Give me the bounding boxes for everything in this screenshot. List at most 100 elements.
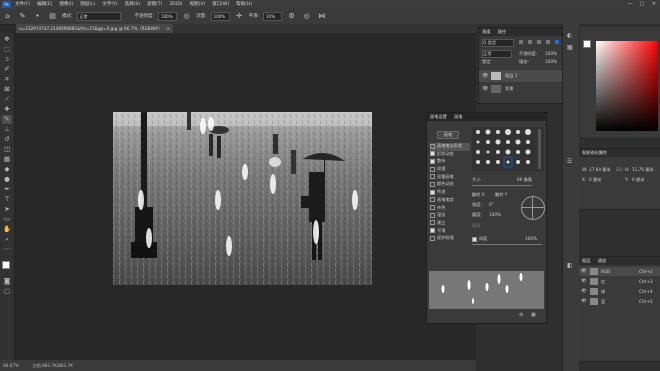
home-icon[interactable]: ⌂ (3, 12, 12, 21)
create-brush-icon[interactable]: ⊕ (519, 312, 523, 318)
channel-row[interactable]: 👁 蓝 Ctrl+5 (579, 297, 660, 306)
brush-option-checkbox[interactable] (430, 181, 435, 187)
spacing-field[interactable]: 100% (525, 236, 537, 241)
more-tools-icon[interactable]: ⋯ (2, 245, 12, 254)
dodge-tool-icon[interactable]: ● (2, 175, 12, 184)
channel-row[interactable]: 👁 RGB Ctrl+2 (579, 267, 660, 276)
properties-panel-icon[interactable]: ☰ (567, 158, 572, 165)
visibility-eye-icon[interactable]: 👁 (581, 279, 587, 284)
brush-option-item[interactable]: 画笔笔尖形状 (430, 143, 470, 151)
airbrush-icon[interactable]: ✢ (235, 12, 244, 21)
brush-option-item[interactable]: 散布 (430, 158, 470, 166)
close-window-button[interactable]: ✕ (648, 1, 660, 7)
swatches-panel-icon[interactable]: ▦ (567, 44, 573, 51)
maximize-button[interactable]: □ (636, 1, 648, 7)
tab-channels[interactable]: 通道 (482, 29, 490, 34)
history-brush-tool-icon[interactable]: ↺ (2, 135, 12, 144)
spacing-checkbox[interactable]: 间距 (472, 236, 487, 242)
menu-edit[interactable]: 编辑(E) (37, 1, 52, 7)
screen-mode-icon[interactable]: ▢ (2, 287, 12, 296)
layer-row[interactable]: 👁 图层 1 (479, 70, 563, 82)
pressure-size-icon[interactable]: ◎ (302, 12, 311, 21)
filter-pixel-icon[interactable] (519, 40, 523, 44)
gradient-tool-icon[interactable]: ▦ (2, 155, 12, 164)
rectangle-tool-icon[interactable]: ▭ (2, 215, 12, 224)
link-dimensions-icon[interactable]: GO (616, 167, 623, 172)
menu-filter[interactable]: 滤镜(T) (147, 1, 162, 7)
visibility-eye-icon[interactable]: 👁 (482, 86, 488, 92)
move-tool-icon[interactable]: ✥ (2, 35, 12, 44)
flow-field[interactable]: 100% (210, 11, 230, 21)
fill-field[interactable]: 100% (545, 59, 557, 64)
zoom-readout[interactable]: 66.67% (3, 363, 19, 368)
channel-row[interactable]: 👁 红 Ctrl+3 (579, 277, 660, 286)
flip-x-checkbox[interactable]: 翻转 X (472, 192, 485, 198)
blend-mode-select[interactable]: 正常 (482, 50, 512, 58)
frame-tool-icon[interactable]: ⊠ (2, 85, 12, 94)
filter-toggle-icon[interactable] (555, 40, 559, 44)
menu-help[interactable]: 帮助(H) (236, 1, 252, 7)
color-field[interactable] (596, 41, 658, 131)
roundness-field[interactable]: 100% (489, 212, 501, 217)
menu-view[interactable]: 视图(V) (190, 1, 206, 7)
foreground-color-swatch[interactable] (2, 261, 10, 269)
brush-preset-icon[interactable]: • (33, 12, 42, 21)
blur-tool-icon[interactable]: ◆ (2, 165, 12, 174)
visibility-eye-icon[interactable]: 👁 (581, 299, 587, 304)
menu-layer[interactable]: 图层(L) (80, 1, 95, 7)
filter-shape-icon[interactable] (546, 40, 550, 44)
y-field[interactable]: 0 厘米 (632, 177, 644, 183)
menu-select[interactable]: 选择(S) (125, 1, 140, 7)
brush-option-checkbox[interactable] (430, 158, 435, 164)
height-field[interactable]: 11.76 厘米 (632, 167, 654, 173)
brush-option-checkbox[interactable] (430, 189, 435, 195)
filter-type-icon[interactable] (537, 40, 541, 44)
visibility-eye-icon[interactable]: 👁 (581, 289, 587, 294)
angle-field[interactable]: 0° (489, 202, 494, 207)
x-field[interactable]: 0 厘米 (589, 177, 601, 183)
path-select-tool-icon[interactable]: ➤ (2, 205, 12, 214)
width-field[interactable]: 17.64 厘米 (589, 167, 611, 173)
brush-option-item[interactable]: 保护纹理 (430, 235, 470, 243)
foreground-swatch[interactable] (583, 40, 591, 48)
visibility-eye-icon[interactable]: 👁 (581, 269, 587, 274)
hand-tool-icon[interactable]: ✋ (2, 225, 12, 234)
tab-paths[interactable]: 路径 (498, 29, 506, 34)
brush-option-item[interactable]: 颜色动态 (430, 181, 470, 189)
menu-type[interactable]: 文字(Y) (102, 1, 117, 7)
eraser-tool-icon[interactable]: ◫ (2, 145, 12, 154)
close-tab-button[interactable]: × (166, 24, 170, 33)
document-tab[interactable]: u=2329747d7,2146690681&fm=15&gp=0.jpg @ … (16, 24, 173, 33)
tab-brushes[interactable]: 画笔 (454, 114, 462, 119)
layer-row[interactable]: 👁 背景 (479, 83, 563, 95)
size-field[interactable]: 60 像素 (517, 177, 532, 183)
filter-adjust-icon[interactable] (528, 40, 532, 44)
marquee-tool-icon[interactable]: ⬚ (2, 45, 12, 54)
brush-option-checkbox[interactable] (430, 174, 435, 180)
clone-stamp-tool-icon[interactable]: ⊥ (2, 125, 12, 134)
layers-panel-icon[interactable]: ◧ (567, 262, 573, 269)
pressure-opacity-icon[interactable]: ◎ (182, 12, 191, 21)
eyedropper-tool-icon[interactable]: ⁄ (2, 95, 12, 104)
brush-option-item[interactable]: 形状动态 (430, 151, 470, 159)
healing-brush-tool-icon[interactable]: ✚ (2, 105, 12, 114)
spacing-slider[interactable] (472, 244, 542, 245)
opacity-field[interactable]: 100% (158, 11, 178, 21)
visibility-eye-icon[interactable]: 👁 (482, 73, 488, 79)
brush-option-item[interactable]: 湿边 (430, 212, 470, 220)
angle-roundness-widget[interactable] (521, 196, 545, 220)
smoothing-field[interactable]: 10% (263, 11, 283, 21)
tab-layers[interactable]: 图层 (582, 258, 590, 263)
brush-option-checkbox[interactable] (430, 235, 435, 241)
brush-option-checkbox[interactable] (430, 143, 435, 149)
zoom-tool-icon[interactable]: ⌕ (2, 235, 12, 244)
brush-tool-icon[interactable]: ✎ (2, 115, 12, 124)
quick-select-tool-icon[interactable]: ✐ (2, 65, 12, 74)
smoothing-settings-icon[interactable]: ⚙ (287, 12, 296, 21)
pen-tool-icon[interactable]: ✒ (2, 185, 12, 194)
type-tool-icon[interactable]: T (2, 195, 12, 204)
canvas-image[interactable] (113, 112, 372, 285)
brush-presets-button[interactable]: 画笔 (437, 131, 459, 139)
mode-select[interactable]: 正常 (76, 11, 121, 21)
brush-option-checkbox[interactable] (430, 151, 435, 157)
